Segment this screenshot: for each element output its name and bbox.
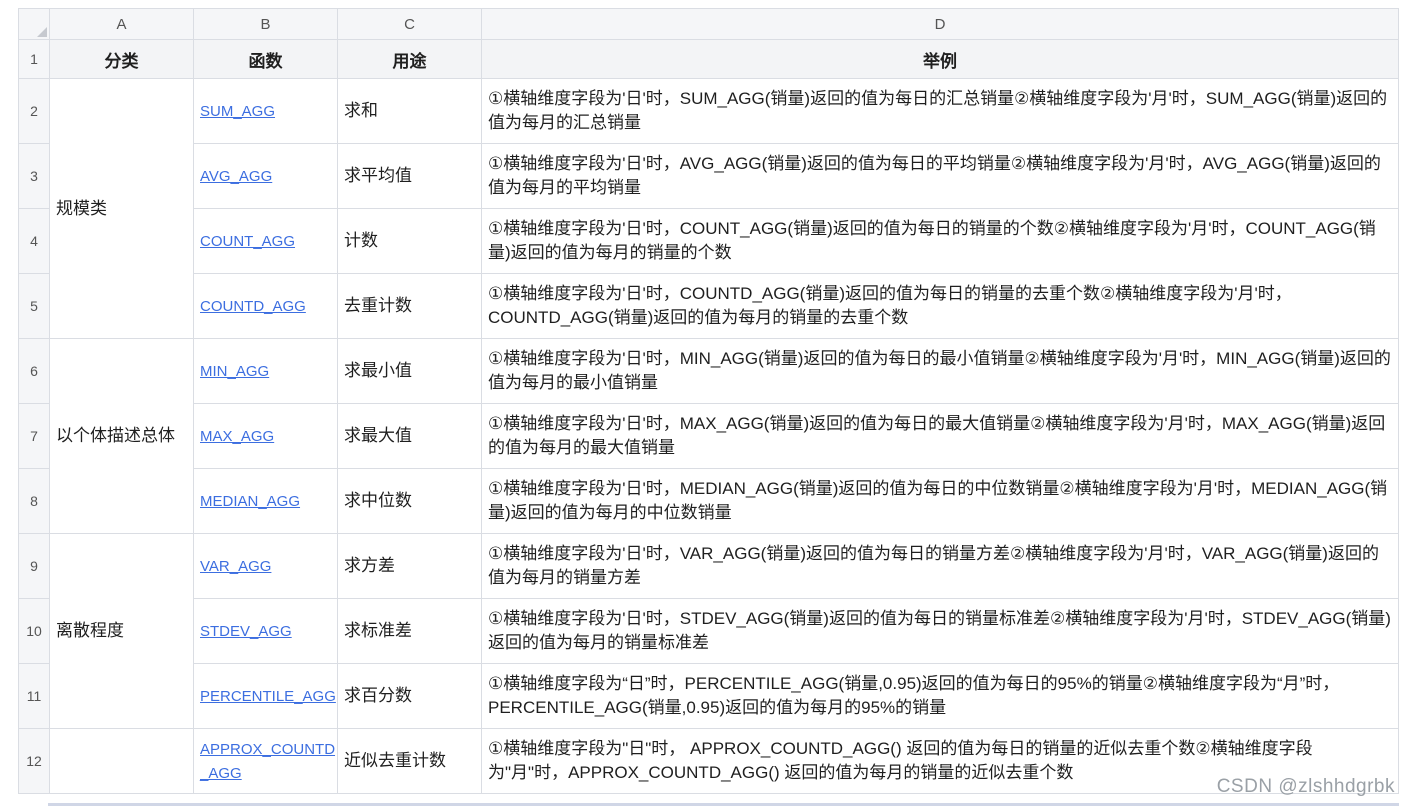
- selection-bottom-bar: [48, 803, 1399, 806]
- purpose-cell[interactable]: 求最小值: [337, 338, 482, 404]
- function-cell[interactable]: STDEV_AGG: [193, 598, 338, 664]
- function-link-avg-agg[interactable]: AVG_AGG: [200, 168, 272, 185]
- function-cell[interactable]: VAR_AGG: [193, 533, 338, 599]
- row-header-12[interactable]: 12: [18, 728, 50, 794]
- example-cell[interactable]: ①横轴维度字段为'日'时，VAR_AGG(销量)返回的值为每日的销量方差②横轴维…: [481, 533, 1399, 599]
- function-link-max-agg[interactable]: MAX_AGG: [200, 428, 274, 445]
- purpose-cell[interactable]: 求标准差: [337, 598, 482, 664]
- row-header-7[interactable]: 7: [18, 403, 50, 469]
- function-cell[interactable]: COUNTD_AGG: [193, 273, 338, 339]
- category-cell-empty[interactable]: [49, 728, 194, 794]
- function-link-percentile-agg[interactable]: PERCENTILE_AGG: [200, 688, 336, 705]
- column-header-b[interactable]: B: [193, 8, 338, 40]
- spreadsheet-grid: A B C D 1 分类 函数 用途 举例 2 规模类 SUM_AGG 求和 ①…: [18, 8, 1399, 794]
- purpose-cell[interactable]: 求最大值: [337, 403, 482, 469]
- select-all-corner[interactable]: [18, 8, 50, 40]
- function-cell[interactable]: AVG_AGG: [193, 143, 338, 209]
- row-header-5[interactable]: 5: [18, 273, 50, 339]
- row-header-8[interactable]: 8: [18, 468, 50, 534]
- category-cell-individual[interactable]: 以个体描述总体: [49, 338, 194, 534]
- function-link-stdev-agg[interactable]: STDEV_AGG: [200, 623, 292, 640]
- example-cell[interactable]: ①横轴维度字段为'日'时，MEDIAN_AGG(销量)返回的值为每日的中位数销量…: [481, 468, 1399, 534]
- purpose-cell[interactable]: 求百分数: [337, 663, 482, 729]
- header-cell-function[interactable]: 函数: [193, 39, 338, 79]
- row-header-4[interactable]: 4: [18, 208, 50, 274]
- column-header-a[interactable]: A: [49, 8, 194, 40]
- row-header-2[interactable]: 2: [18, 78, 50, 144]
- function-cell[interactable]: PERCENTILE_AGG: [193, 663, 338, 729]
- watermark-text: CSDN @zlshhdgrbk: [1216, 776, 1395, 797]
- example-cell[interactable]: ①横轴维度字段为'日'时，COUNTD_AGG(销量)返回的值为每日的销量的去重…: [481, 273, 1399, 339]
- example-cell[interactable]: ①横轴维度字段为'日'时，STDEV_AGG(销量)返回的值为每日的销量标准差②…: [481, 598, 1399, 664]
- function-cell[interactable]: MIN_AGG: [193, 338, 338, 404]
- example-cell[interactable]: ①横轴维度字段为'日'时，SUM_AGG(销量)返回的值为每日的汇总销量②横轴维…: [481, 78, 1399, 144]
- row-header-9[interactable]: 9: [18, 533, 50, 599]
- purpose-cell[interactable]: 计数: [337, 208, 482, 274]
- select-all-triangle-icon: [37, 27, 47, 37]
- example-cell[interactable]: ①横轴维度字段为'日'时，MIN_AGG(销量)返回的值为每日的最小值销量②横轴…: [481, 338, 1399, 404]
- function-link-min-agg[interactable]: MIN_AGG: [200, 363, 269, 380]
- function-cell[interactable]: APPROX_COUNTD_AGG: [193, 728, 338, 794]
- purpose-cell[interactable]: 近似去重计数: [337, 728, 482, 794]
- row-header-10[interactable]: 10: [18, 598, 50, 664]
- function-cell[interactable]: MAX_AGG: [193, 403, 338, 469]
- function-cell[interactable]: MEDIAN_AGG: [193, 468, 338, 534]
- function-link-sum-agg[interactable]: SUM_AGG: [200, 103, 275, 120]
- example-cell[interactable]: ①横轴维度字段为'日'时，MAX_AGG(销量)返回的值为每日的最大值销量②横轴…: [481, 403, 1399, 469]
- column-header-d[interactable]: D: [481, 8, 1399, 40]
- function-cell[interactable]: SUM_AGG: [193, 78, 338, 144]
- header-cell-category[interactable]: 分类: [49, 39, 194, 79]
- purpose-cell[interactable]: 求中位数: [337, 468, 482, 534]
- row-header-1[interactable]: 1: [18, 39, 50, 79]
- function-link-countd-agg[interactable]: COUNTD_AGG: [200, 298, 306, 315]
- function-link-var-agg[interactable]: VAR_AGG: [200, 558, 271, 575]
- function-link-count-agg[interactable]: COUNT_AGG: [200, 233, 295, 250]
- example-cell[interactable]: ①横轴维度字段为“日”时，PERCENTILE_AGG(销量,0.95)返回的值…: [481, 663, 1399, 729]
- example-cell[interactable]: ①横轴维度字段为'日'时，AVG_AGG(销量)返回的值为每日的平均销量②横轴维…: [481, 143, 1399, 209]
- purpose-cell[interactable]: 去重计数: [337, 273, 482, 339]
- row-header-11[interactable]: 11: [18, 663, 50, 729]
- function-cell[interactable]: COUNT_AGG: [193, 208, 338, 274]
- column-header-c[interactable]: C: [337, 8, 482, 40]
- function-link-approx-countd-agg[interactable]: APPROX_COUNTD_AGG: [200, 741, 335, 782]
- row-header-3[interactable]: 3: [18, 143, 50, 209]
- header-cell-purpose[interactable]: 用途: [337, 39, 482, 79]
- purpose-cell[interactable]: 求平均值: [337, 143, 482, 209]
- category-cell-scale[interactable]: 规模类: [49, 78, 194, 339]
- purpose-cell[interactable]: 求方差: [337, 533, 482, 599]
- header-cell-example[interactable]: 举例: [481, 39, 1399, 79]
- purpose-cell[interactable]: 求和: [337, 78, 482, 144]
- category-cell-dispersion[interactable]: 离散程度: [49, 533, 194, 729]
- row-header-6[interactable]: 6: [18, 338, 50, 404]
- example-cell[interactable]: ①横轴维度字段为'日'时，COUNT_AGG(销量)返回的值为每日的销量的个数②…: [481, 208, 1399, 274]
- function-link-median-agg[interactable]: MEDIAN_AGG: [200, 493, 300, 510]
